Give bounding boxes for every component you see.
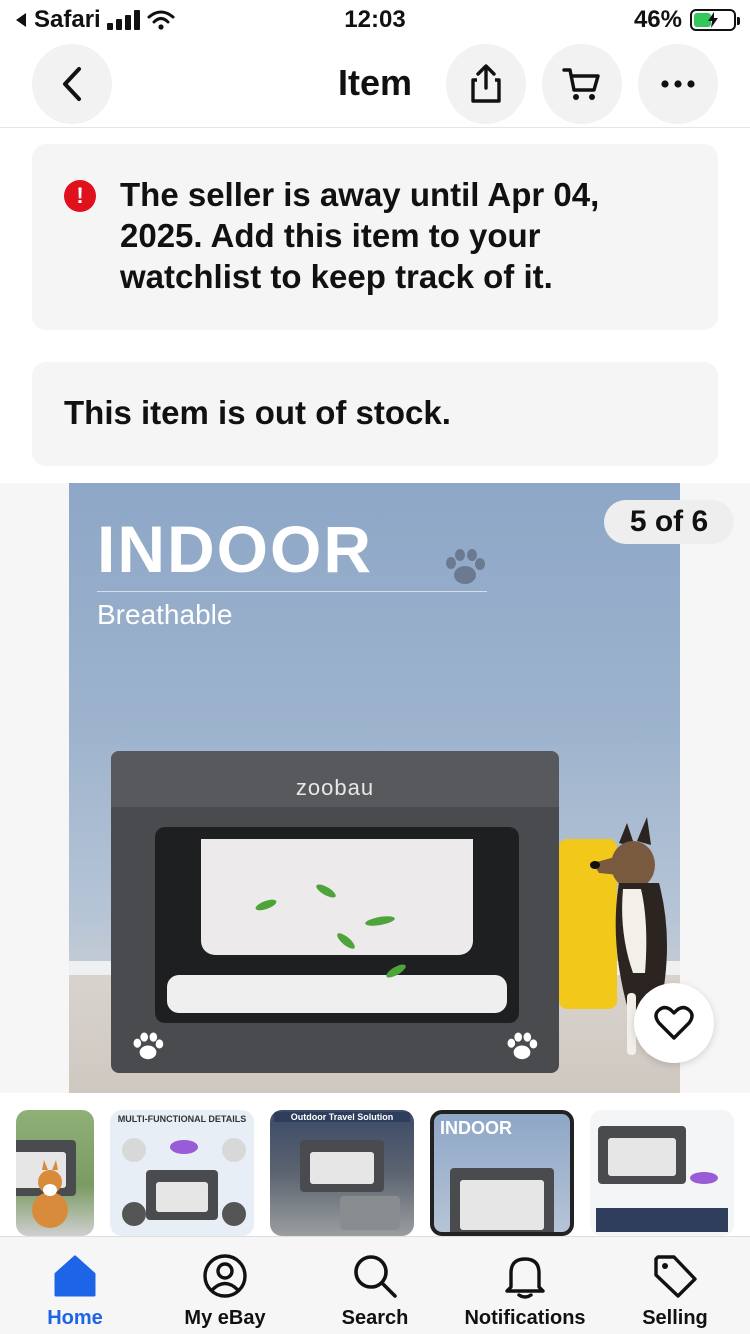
cart-icon — [562, 68, 600, 100]
alert-icon: ! — [64, 180, 96, 212]
tab-home[interactable]: Home — [0, 1237, 150, 1334]
image-subline: Breathable — [97, 599, 233, 630]
tab-home-label: Home — [47, 1307, 103, 1329]
tab-notifications-label: Notifications — [464, 1307, 586, 1329]
tab-search-label: Search — [341, 1307, 409, 1329]
tab-my-ebay[interactable]: My eBay — [150, 1237, 300, 1334]
thumbnail-5[interactable] — [590, 1110, 734, 1236]
battery-status: 46% — [633, 6, 740, 34]
thumbnail-2[interactable]: MULTI-FUNCTIONAL DETAILS — [110, 1110, 254, 1236]
chevron-left-icon — [63, 67, 81, 101]
tab-my-ebay-label: My eBay — [184, 1307, 266, 1329]
share-icon — [471, 64, 501, 103]
seller-away-text: The seller is away until Apr 04, 2025. A… — [120, 176, 600, 295]
crate-paw-icon — [133, 1032, 164, 1060]
battery-icon — [690, 9, 740, 31]
corgi-image — [32, 1160, 68, 1228]
thumbnail-caption: INDOOR — [440, 1118, 512, 1138]
product-image[interactable]: INDOOR Breathable zoobau — [69, 483, 680, 1093]
image-headline: INDOOR — [97, 512, 373, 586]
search-icon — [350, 1251, 400, 1301]
tab-selling[interactable]: Selling — [600, 1237, 750, 1334]
thumbnail-3[interactable]: Outdoor Travel Solution — [270, 1110, 414, 1236]
thumbnail-4[interactable]: INDOOR — [430, 1110, 574, 1236]
thumbnail-strip[interactable]: MULTI-FUNCTIONAL DETAILS Outdoor Travel … — [0, 1108, 750, 1236]
charging-bolt-icon — [708, 12, 718, 28]
tab-bar: Home My eBay Search Notifications Sellin… — [0, 1236, 750, 1334]
tab-search[interactable]: Search — [300, 1237, 450, 1334]
nav-bar: Item — [0, 40, 750, 128]
tag-icon — [650, 1251, 700, 1301]
crate-paw-icon — [507, 1032, 538, 1060]
thumbnail-caption: MULTI-FUNCTIONAL DETAILS — [117, 1114, 247, 1124]
image-gallery[interactable]: INDOOR Breathable zoobau — [0, 483, 750, 1093]
share-button[interactable] — [446, 44, 526, 124]
crate-brand: zoobau — [295, 775, 375, 800]
out-of-stock-text: This item is out of stock. — [64, 394, 451, 431]
bell-icon — [500, 1251, 550, 1301]
page-title: Item — [337, 62, 413, 103]
battery-percent: 46% — [633, 6, 682, 33]
tab-notifications[interactable]: Notifications — [450, 1237, 600, 1334]
home-icon — [50, 1251, 100, 1301]
paw-print-icon — [446, 549, 485, 584]
more-icon — [661, 80, 695, 88]
image-counter: 5 of 6 — [604, 500, 734, 544]
watchlist-button[interactable] — [634, 983, 714, 1063]
thumbnail-caption: Outdoor Travel Solution — [274, 1112, 410, 1122]
thumbnail-1[interactable] — [16, 1110, 94, 1236]
cart-button[interactable] — [542, 44, 622, 124]
heart-icon — [654, 1005, 694, 1040]
tab-selling-label: Selling — [642, 1307, 708, 1329]
back-button[interactable] — [32, 44, 112, 124]
user-icon — [200, 1251, 250, 1301]
out-of-stock-notice: This item is out of stock. — [32, 362, 718, 466]
more-options-button[interactable] — [638, 44, 718, 124]
seller-away-notice: ! The seller is away until Apr 04, 2025.… — [32, 144, 718, 330]
pet-crate-illustration: zoobau — [111, 751, 559, 1073]
status-bar: Safari 12:03 46% — [0, 0, 750, 40]
